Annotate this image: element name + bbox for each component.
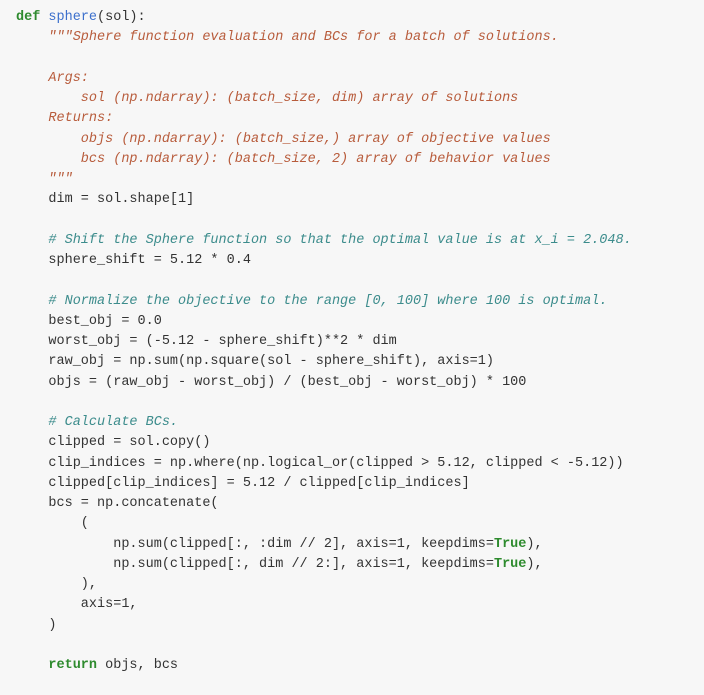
code-line: bcs = np.concatenate( [16,496,219,511]
docstring-line: """Sphere function evaluation and BCs fo… [16,30,559,45]
code-line: ( [16,516,89,531]
code-text: ), [526,557,542,572]
comment-line: # Shift the Sphere function so that the … [16,233,632,248]
code-line: raw_obj = np.sum(np.square(sol - sphere_… [16,354,494,369]
docstring-line: Returns: [16,111,113,126]
docstring-line: objs (np.ndarray): (batch_size,) array o… [16,132,551,147]
comment-line: # Calculate BCs. [16,415,178,430]
code-line: sphere_shift = 5.12 * 0.4 [16,253,251,268]
code-line: best_obj = 0.0 [16,314,162,329]
code-text: ), [526,537,542,552]
code-line: np.sum(clipped[:, :dim // 2], axis=1, ke… [16,537,494,552]
code-text: (sol): [97,10,146,25]
docstring-line: sol (np.ndarray): (batch_size, dim) arra… [16,91,518,106]
function-name: sphere [48,10,97,25]
code-line: worst_obj = (-5.12 - sphere_shift)**2 * … [16,334,397,349]
code-line: ), [16,577,97,592]
code-line: clip_indices = np.where(np.logical_or(cl… [16,456,624,471]
code-line: clipped[clip_indices] = 5.12 / clipped[c… [16,476,470,491]
code-block: def sphere(sol): """Sphere function eval… [16,8,688,676]
keyword-return: return [48,658,97,673]
code-line: np.sum(clipped[:, dim // 2:], axis=1, ke… [16,557,494,572]
code-text: objs, bcs [97,658,178,673]
docstring-line: Args: [16,71,89,86]
code-line: ) [16,618,57,633]
bool-literal: True [494,537,526,552]
code-line: clipped = sol.copy() [16,435,210,450]
docstring-line: bcs (np.ndarray): (batch_size, 2) array … [16,152,551,167]
comment-line: # Normalize the objective to the range [… [16,294,607,309]
keyword-def: def [16,10,40,25]
bool-literal: True [494,557,526,572]
code-line: objs = (raw_obj - worst_obj) / (best_obj… [16,375,526,390]
docstring-line: """ [16,172,73,187]
code-line: axis=1, [16,597,138,612]
code-line: dim = sol.shape[1] [16,192,194,207]
code-text [16,658,48,673]
